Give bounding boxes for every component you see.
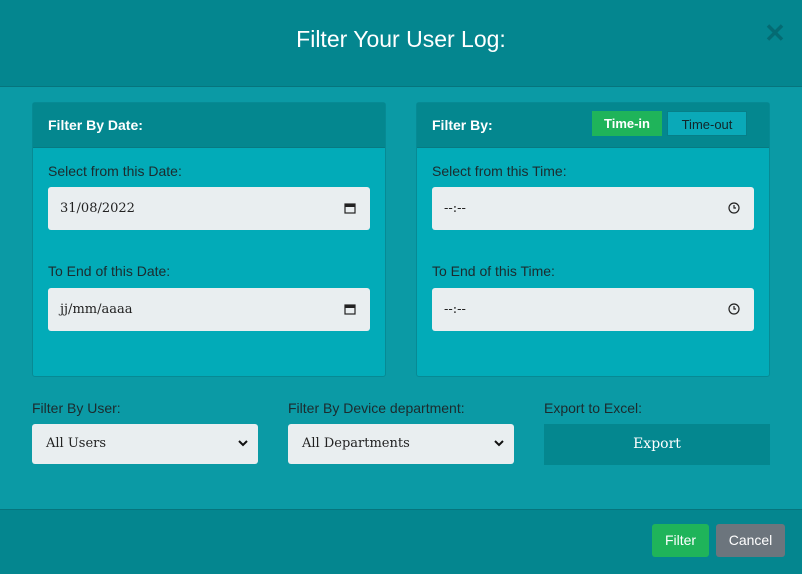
user-filter-label: Filter By User: <box>32 400 121 416</box>
date-panel-header: Filter By Date: <box>33 103 385 148</box>
modal-title: Filter Your User Log: <box>296 26 506 52</box>
from-date-input[interactable]: 31/08/2022 <box>48 187 370 230</box>
to-date-value: jj/mm/aaaa <box>60 302 133 317</box>
user-select-value: All Users <box>46 436 107 451</box>
close-icon[interactable]: ✕ <box>764 20 786 46</box>
to-time-label: To End of this Time: <box>432 263 555 279</box>
from-date-label: Select from this Date: <box>48 163 182 179</box>
filter-user-log-modal: Filter Your User Log: ✕ Filter By Date: … <box>0 0 802 574</box>
filter-button[interactable]: Filter <box>652 524 709 557</box>
from-time-input[interactable]: --:-- <box>432 187 754 230</box>
to-date-label: To End of this Date: <box>48 263 171 279</box>
to-time-value: --:-- <box>444 302 466 317</box>
from-date-value: 31/08/2022 <box>60 201 135 216</box>
calendar-icon[interactable] <box>344 303 356 315</box>
date-filter-panel: Filter By Date: <box>32 102 386 377</box>
chevron-down-icon <box>238 440 248 447</box>
to-date-input[interactable]: jj/mm/aaaa <box>48 288 370 331</box>
department-filter-label: Filter By Device department: <box>288 400 465 416</box>
date-panel-heading: Filter By Date: <box>48 117 143 133</box>
clock-icon[interactable] <box>728 202 740 214</box>
clock-icon[interactable] <box>728 303 740 315</box>
tab-time-in[interactable]: Time-in <box>592 111 662 136</box>
from-time-label: Select from this Time: <box>432 163 567 179</box>
export-label: Export to Excel: <box>544 400 643 416</box>
user-select[interactable]: All Users <box>32 424 258 464</box>
calendar-icon[interactable] <box>344 202 356 214</box>
to-time-input[interactable]: --:-- <box>432 288 754 331</box>
time-panel-heading: Filter By: <box>432 117 493 133</box>
from-time-value: --:-- <box>444 201 466 216</box>
department-select[interactable]: All Departments <box>288 424 514 464</box>
department-select-value: All Departments <box>302 436 410 451</box>
chevron-down-icon <box>494 440 504 447</box>
time-filter-panel: Filter By: <box>416 102 770 377</box>
tab-time-out[interactable]: Time-out <box>667 111 747 136</box>
cancel-button[interactable]: Cancel <box>716 524 785 557</box>
export-button[interactable]: Export <box>544 424 770 465</box>
modal-header: Filter Your User Log: ✕ <box>0 0 802 87</box>
